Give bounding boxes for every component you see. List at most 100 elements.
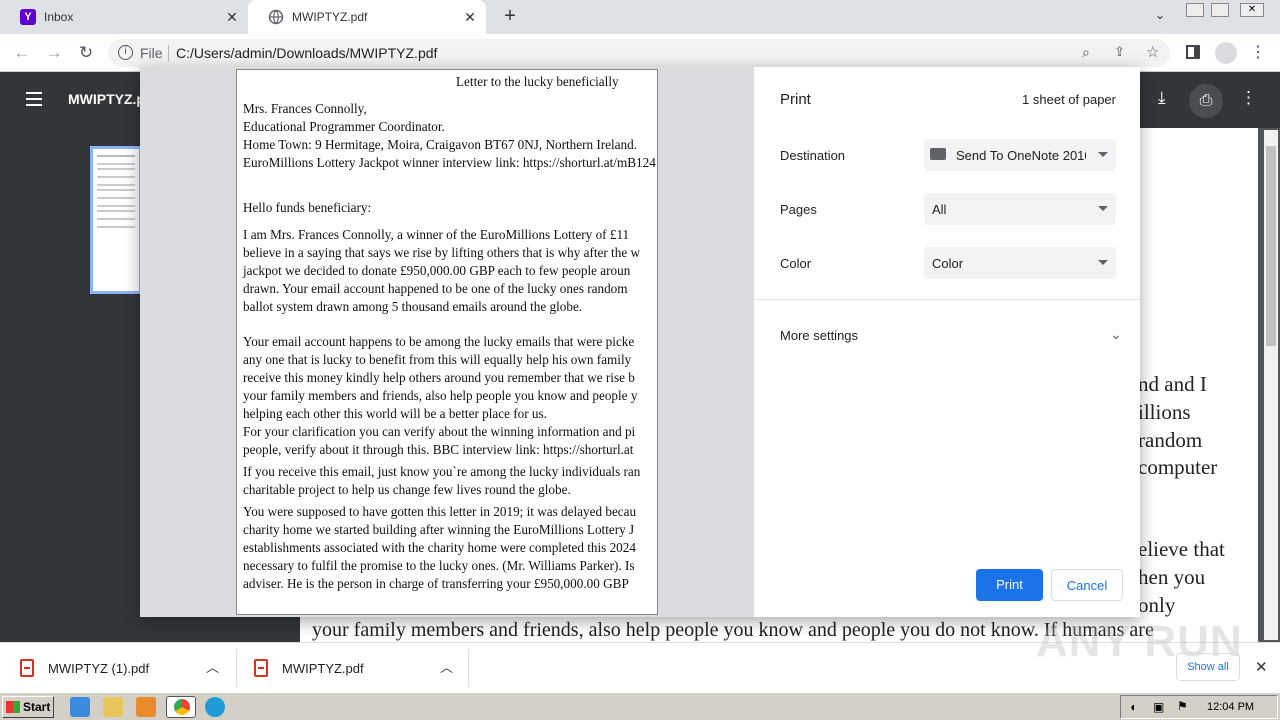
download-icon[interactable]: ⤓ [1158, 88, 1166, 108]
media-player-icon[interactable] [136, 697, 156, 717]
flag-icon[interactable]: ⚑ [1177, 699, 1188, 713]
print-preview-sheet: Letter to the lucky beneficially Mrs. Fr… [236, 69, 658, 615]
download-filename: MWIPTYZ.pdf [282, 660, 364, 676]
close-tab-icon[interactable]: ✕ [462, 9, 478, 25]
destination-select[interactable]: Send To OneNote 2010 [924, 139, 1116, 171]
letter-line: I am Mrs. Frances Connolly, a winner of … [243, 227, 630, 242]
tab-inbox[interactable]: Y Inbox ✕ [0, 0, 248, 34]
divider [468, 649, 469, 687]
divider [168, 45, 169, 61]
volume-icon[interactable]: ◖ [1129, 700, 1136, 714]
pdf-title: MWIPTYZ.p [68, 91, 145, 107]
tab-search-icon[interactable]: ⌄ [1152, 8, 1168, 24]
restore-button[interactable] [1211, 3, 1229, 17]
new-tab-button[interactable]: + [500, 6, 520, 26]
clock: 12:04 PM [1207, 701, 1255, 713]
print-button[interactable]: Print [976, 569, 1043, 601]
page-text-line: nd and I [1138, 372, 1207, 396]
more-options-icon[interactable]: ⋮ [1240, 88, 1257, 108]
dropdown-caret-icon [1098, 152, 1108, 157]
color-value: Color [932, 256, 964, 271]
destination-label: Destination [780, 148, 846, 163]
yahoo-icon: Y [20, 9, 36, 25]
download-filename: MWIPTYZ (1).pdf [48, 660, 150, 676]
page-text-line: random [1138, 428, 1203, 452]
color-select[interactable]: Color [924, 247, 1116, 279]
forward-icon[interactable]: → [44, 43, 64, 63]
download-item[interactable]: MWIPTYZ (1).pdf ︿ [20, 643, 230, 693]
chrome-icon[interactable] [166, 696, 196, 718]
back-icon[interactable]: ← [12, 43, 32, 63]
windows-taskbar: Start ◖ ▣ ⚑ 12:04 PM [0, 692, 1280, 720]
chevron-up-icon[interactable]: ︿ [440, 657, 453, 676]
print-preview-area: Letter to the lucky beneficially Mrs. Fr… [140, 67, 754, 617]
windows-logo-icon [6, 701, 20, 713]
profile-avatar[interactable] [1215, 42, 1237, 64]
tab-mwiptyz[interactable]: MWIPTYZ.pdf ✕ [248, 0, 486, 34]
address-bar[interactable]: i File C:/Users/admin/Downloads/MWIPTYZ.… [108, 39, 1170, 67]
chevron-down-icon[interactable]: ⌄ [1110, 326, 1122, 343]
color-label: Color [780, 256, 812, 271]
printer-icon [930, 148, 946, 160]
edge-icon[interactable] [205, 697, 225, 717]
start-button[interactable]: Start [2, 696, 54, 718]
tab-title: Inbox [44, 10, 74, 24]
pdf-file-icon [254, 659, 268, 677]
letter-line: Mrs. Frances Connolly, [243, 101, 367, 116]
letter-line: For your clarification you can verify ab… [243, 424, 636, 439]
cancel-button[interactable]: Cancel [1051, 569, 1123, 601]
page-text-line: only [1138, 593, 1176, 617]
letter-line: jackpot we decided to donate £950,000.00… [243, 263, 631, 278]
network-icon[interactable]: ▣ [1153, 700, 1164, 714]
ie-icon[interactable] [70, 697, 90, 717]
zoom-icon[interactable]: ⌕ [1082, 44, 1090, 61]
page-thumbnail[interactable] [90, 146, 142, 294]
system-tray: ◖ ▣ ⚑ 12:04 PM [1120, 695, 1278, 719]
print-icon[interactable]: ⎙ [1189, 84, 1223, 118]
side-panel-icon[interactable] [1186, 45, 1200, 59]
chevron-up-icon[interactable]: ︿ [206, 657, 219, 676]
start-label: Start [23, 700, 51, 714]
scrollbar-thumb[interactable] [1266, 146, 1276, 346]
pages-label: Pages [780, 202, 817, 217]
close-window-button[interactable]: ✕ [1240, 3, 1264, 17]
pdf-file-icon [20, 659, 34, 677]
letter-line: Home Town: 9 Hermitage, Moira, Craigavon… [243, 137, 638, 152]
letter-line: EuroMillions Lottery Jackpot winner inte… [243, 155, 656, 170]
hamburger-menu-icon[interactable] [26, 92, 42, 106]
letter-line: helping each other this world will be a … [243, 406, 547, 421]
letter-line: people, verify about it through this. BB… [243, 442, 634, 457]
page-text-line: elieve that [1138, 537, 1225, 561]
show-all-button[interactable]: Show all [1176, 653, 1240, 681]
close-tab-icon[interactable]: ✕ [224, 9, 240, 25]
bookmark-star-icon[interactable]: ☆ [1146, 43, 1159, 61]
print-settings-panel: Print 1 sheet of paper Destination Send … [754, 67, 1140, 617]
info-icon[interactable]: i [118, 45, 133, 60]
scrollbar[interactable] [1264, 130, 1278, 640]
page-text-line: hen you [1138, 565, 1206, 589]
reload-icon[interactable]: ↻ [76, 43, 96, 63]
dropdown-caret-icon [1098, 260, 1108, 265]
page-text-line: computer [1138, 455, 1218, 479]
letter-line: If you receive this email, just know you… [243, 464, 641, 479]
letter-line: necessary to fulfil the promise to the l… [243, 558, 635, 573]
letter-line: believe in a saying that says we rise by… [243, 245, 640, 260]
close-shelf-icon[interactable]: ✕ [1255, 658, 1268, 676]
tab-strip: Y Inbox ✕ MWIPTYZ.pdf ✕ + ⌄ ✕ [0, 0, 1280, 34]
print-dialog: Letter to the lucky beneficially Mrs. Fr… [140, 67, 1140, 617]
divider [754, 299, 1140, 300]
download-item[interactable]: MWIPTYZ.pdf ︿ [254, 643, 464, 693]
menu-kebab-icon[interactable]: ⋮ [1250, 42, 1266, 62]
pages-select[interactable]: All [924, 193, 1116, 225]
scheme-label: File [140, 45, 163, 61]
letter-heading: Letter to the lucky beneficially [456, 74, 619, 89]
letter-line: your family members and friends, also he… [243, 388, 638, 403]
share-icon[interactable]: ⇪ [1114, 44, 1125, 60]
more-settings-toggle[interactable]: More settings [780, 328, 858, 343]
print-title: Print [780, 91, 811, 108]
letter-greeting: Hello funds beneficiary: [243, 200, 372, 215]
minimize-button[interactable] [1186, 3, 1204, 17]
folder-icon[interactable] [103, 697, 123, 717]
letter-line: any one that is lucky to benefit from th… [243, 352, 632, 367]
sheet-count: 1 sheet of paper [1022, 92, 1116, 107]
